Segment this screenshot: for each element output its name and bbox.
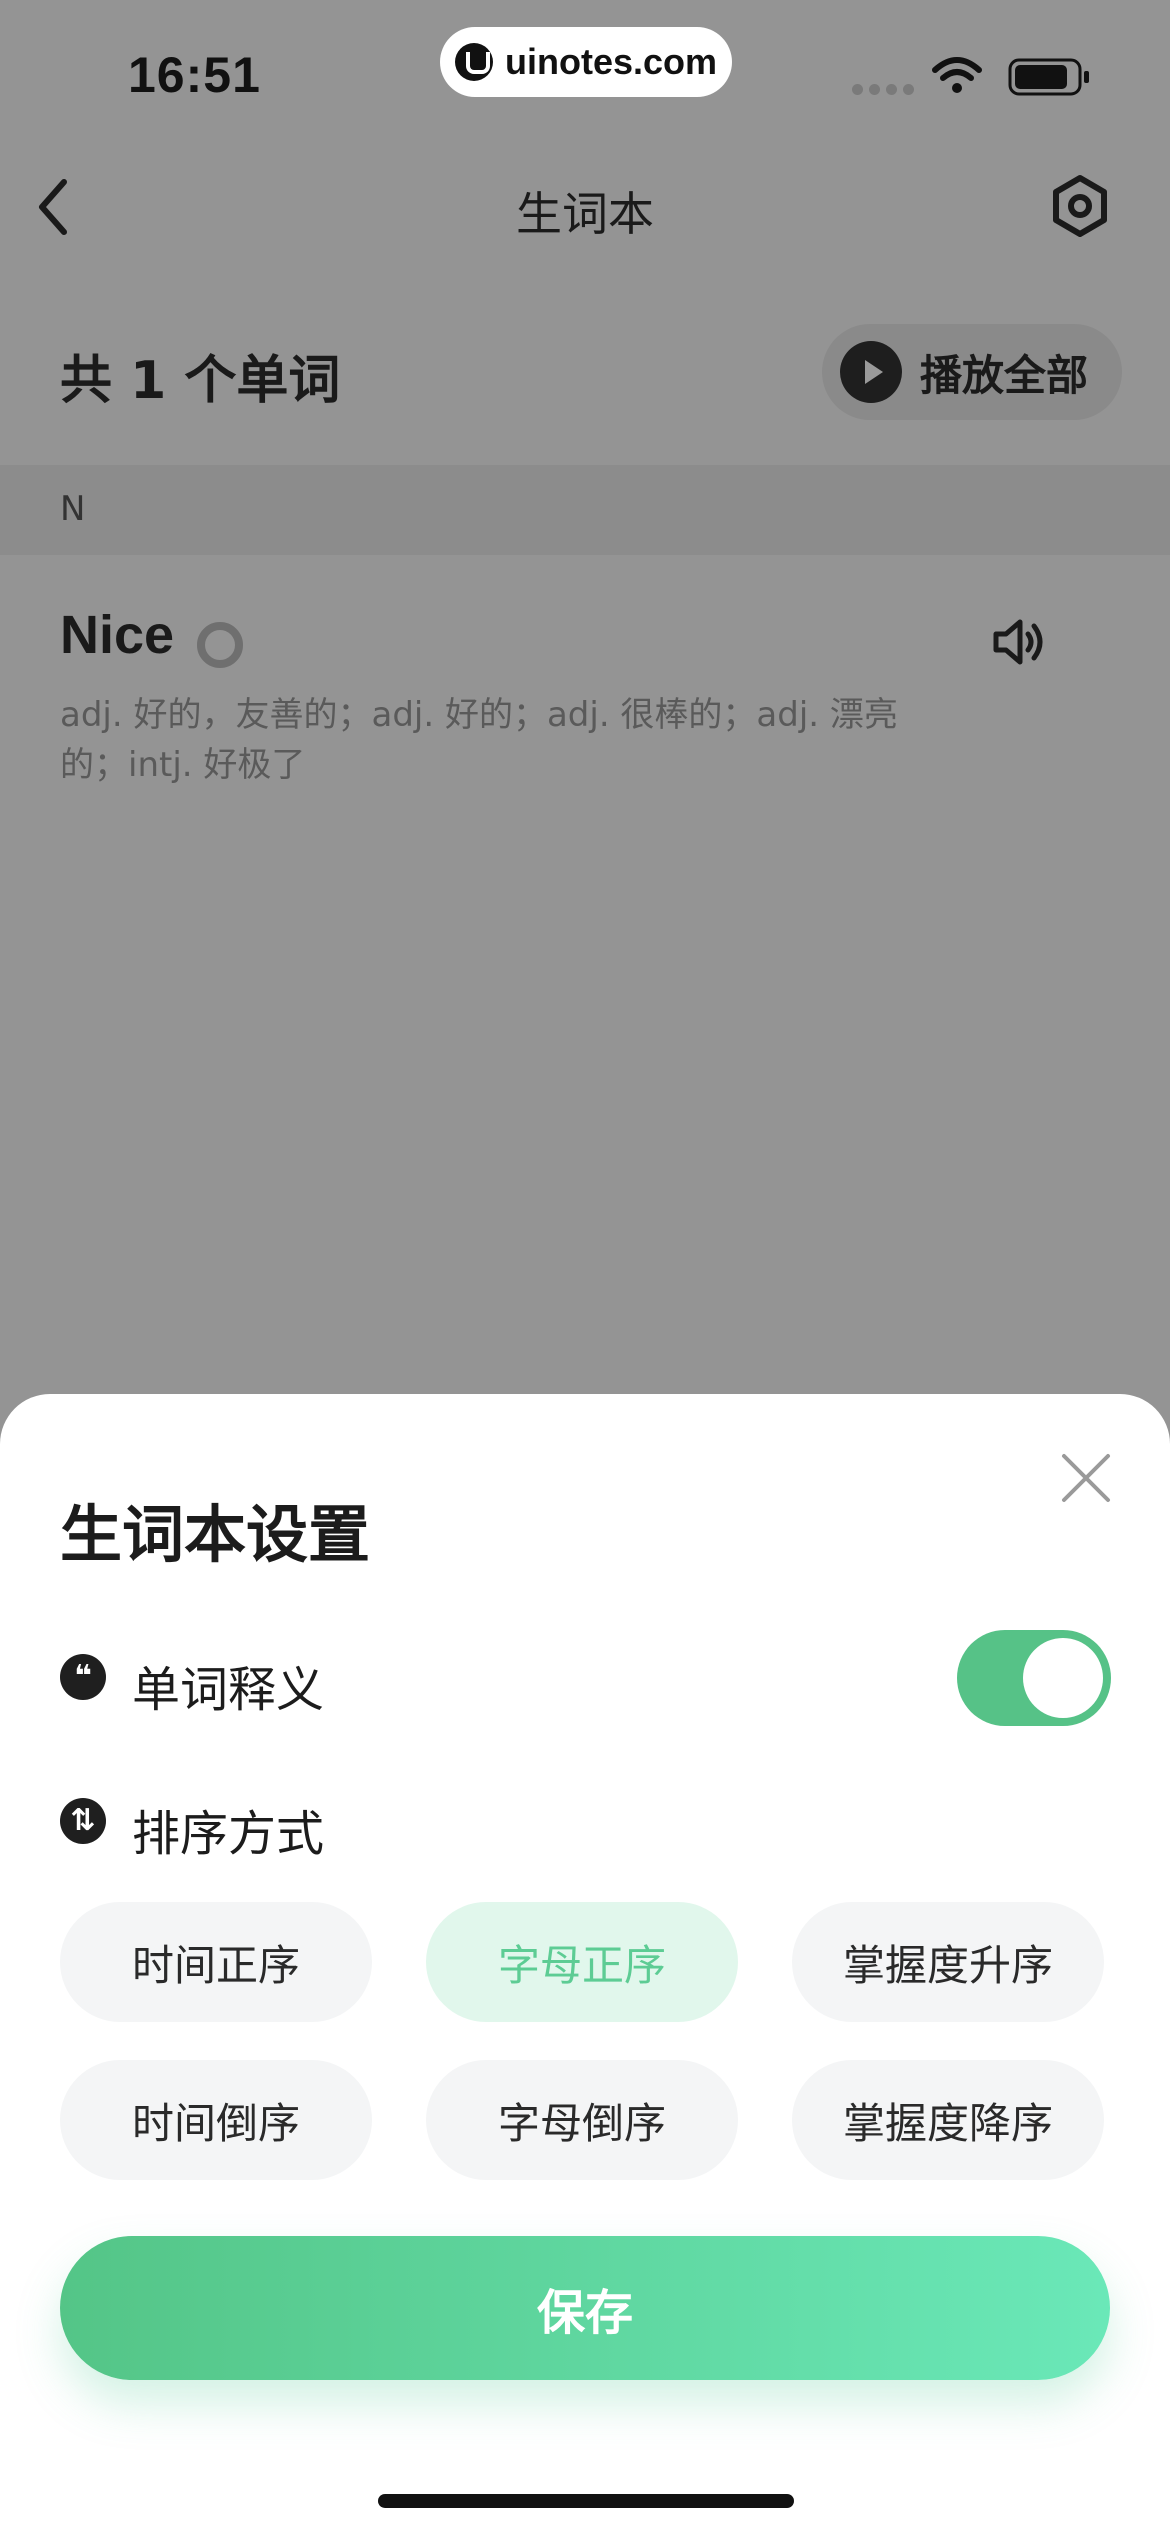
word-title: Nice	[60, 605, 175, 665]
sort-mastery-asc[interactable]: 掌握度升序	[792, 1902, 1104, 2022]
word-definition: adj. 好的，友善的；adj. 好的；adj. 很棒的；adj. 漂亮的；in…	[60, 695, 898, 785]
word-count: 共 1 个单词	[60, 351, 341, 411]
toggle-knob	[1023, 1638, 1103, 1718]
sort-option-label: 排序方式	[132, 1806, 325, 1862]
status-bar: 16:51 uinotes.com	[0, 0, 1170, 140]
definition-option-label: 单词释义	[132, 1662, 325, 1718]
wifi-icon	[932, 57, 982, 93]
settings-sheet: 生词本设置 ❝ 单词释义 ⇅ 排序方式 时间正序 字母正序 掌握度升序 时间倒序…	[0, 1394, 1170, 2532]
sort-mastery-desc[interactable]: 掌握度降序	[792, 2060, 1104, 2180]
play-icon	[840, 341, 902, 403]
mastery-ring-icon	[197, 622, 243, 668]
settings-gear-icon[interactable]	[1048, 174, 1112, 238]
url-text: uinotes.com	[504, 41, 718, 82]
section-header: N	[0, 465, 1170, 555]
play-all-label: 播放全部	[920, 350, 1089, 400]
sort-alpha-desc[interactable]: 字母倒序	[426, 2060, 738, 2180]
save-button[interactable]: 保存	[60, 2236, 1110, 2380]
uinotes-logo-icon	[454, 43, 493, 81]
definition-option-row: ❝ 单词释义	[60, 1630, 1111, 1726]
battery-icon	[1008, 58, 1089, 96]
url-pill: uinotes.com	[440, 27, 732, 97]
sort-arrows-icon: ⇅	[60, 1798, 106, 1844]
nav-bar: 生词本	[0, 150, 1170, 270]
home-indicator	[378, 2494, 794, 2508]
sort-time-asc[interactable]: 时间正序	[60, 1902, 372, 2022]
sort-option-row: ⇅ 排序方式	[60, 1774, 1110, 1870]
sort-time-desc[interactable]: 时间倒序	[60, 2060, 372, 2180]
definition-toggle[interactable]	[957, 1630, 1111, 1726]
close-icon[interactable]	[1058, 1450, 1114, 1506]
quote-icon: ❝	[60, 1654, 106, 1700]
summary-row: 共 1 个单词 播放全部	[0, 310, 1170, 430]
list-item[interactable]: Nice adj. 好的，友善的；adj. 好的；adj. 很棒的；adj. 漂…	[0, 590, 1170, 810]
sort-options-grid: 时间正序 字母正序 掌握度升序 时间倒序 字母倒序 掌握度降序	[60, 1902, 1104, 2180]
speaker-icon[interactable]	[990, 614, 1046, 670]
sheet-title: 生词本设置	[60, 1498, 371, 1571]
section-letter: N	[60, 489, 86, 529]
sort-alpha-asc[interactable]: 字母正序	[426, 1902, 738, 2022]
play-all-button[interactable]: 播放全部	[822, 324, 1122, 420]
status-time: 16:51	[128, 47, 261, 103]
page-title: 生词本	[516, 187, 654, 241]
cellular-signal-icon	[852, 84, 914, 95]
